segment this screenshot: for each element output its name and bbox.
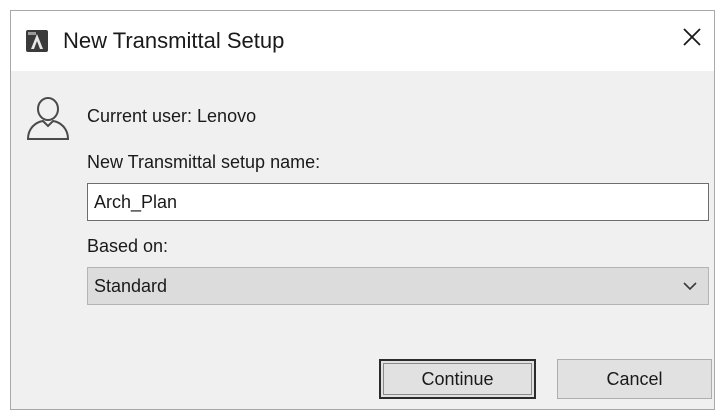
based-on-selected-value: Standard [94, 275, 168, 296]
based-on-label: Based on: [87, 236, 169, 256]
autocad-icon [25, 29, 49, 53]
setup-name-label: New Transmittal setup name: [87, 152, 321, 172]
dialog-title: New Transmittal Setup [63, 28, 285, 53]
title-bar: New Transmittal Setup [11, 11, 714, 71]
based-on-dropdown[interactable]: Standard [87, 267, 709, 305]
user-icon [23, 95, 73, 141]
close-icon [682, 27, 702, 52]
continue-button[interactable]: Continue [379, 359, 536, 399]
setup-name-input[interactable] [87, 183, 709, 221]
new-transmittal-setup-dialog: New Transmittal Setup Current user: Leno… [10, 10, 715, 410]
continue-button-focus: Continue [383, 363, 532, 395]
cancel-button-label: Cancel [606, 368, 663, 389]
continue-button-label: Continue [421, 368, 494, 389]
chevron-down-icon [680, 279, 700, 293]
cancel-button[interactable]: Cancel [557, 359, 712, 399]
close-button[interactable] [676, 23, 708, 55]
current-user-label: Current user: Lenovo [87, 106, 257, 126]
